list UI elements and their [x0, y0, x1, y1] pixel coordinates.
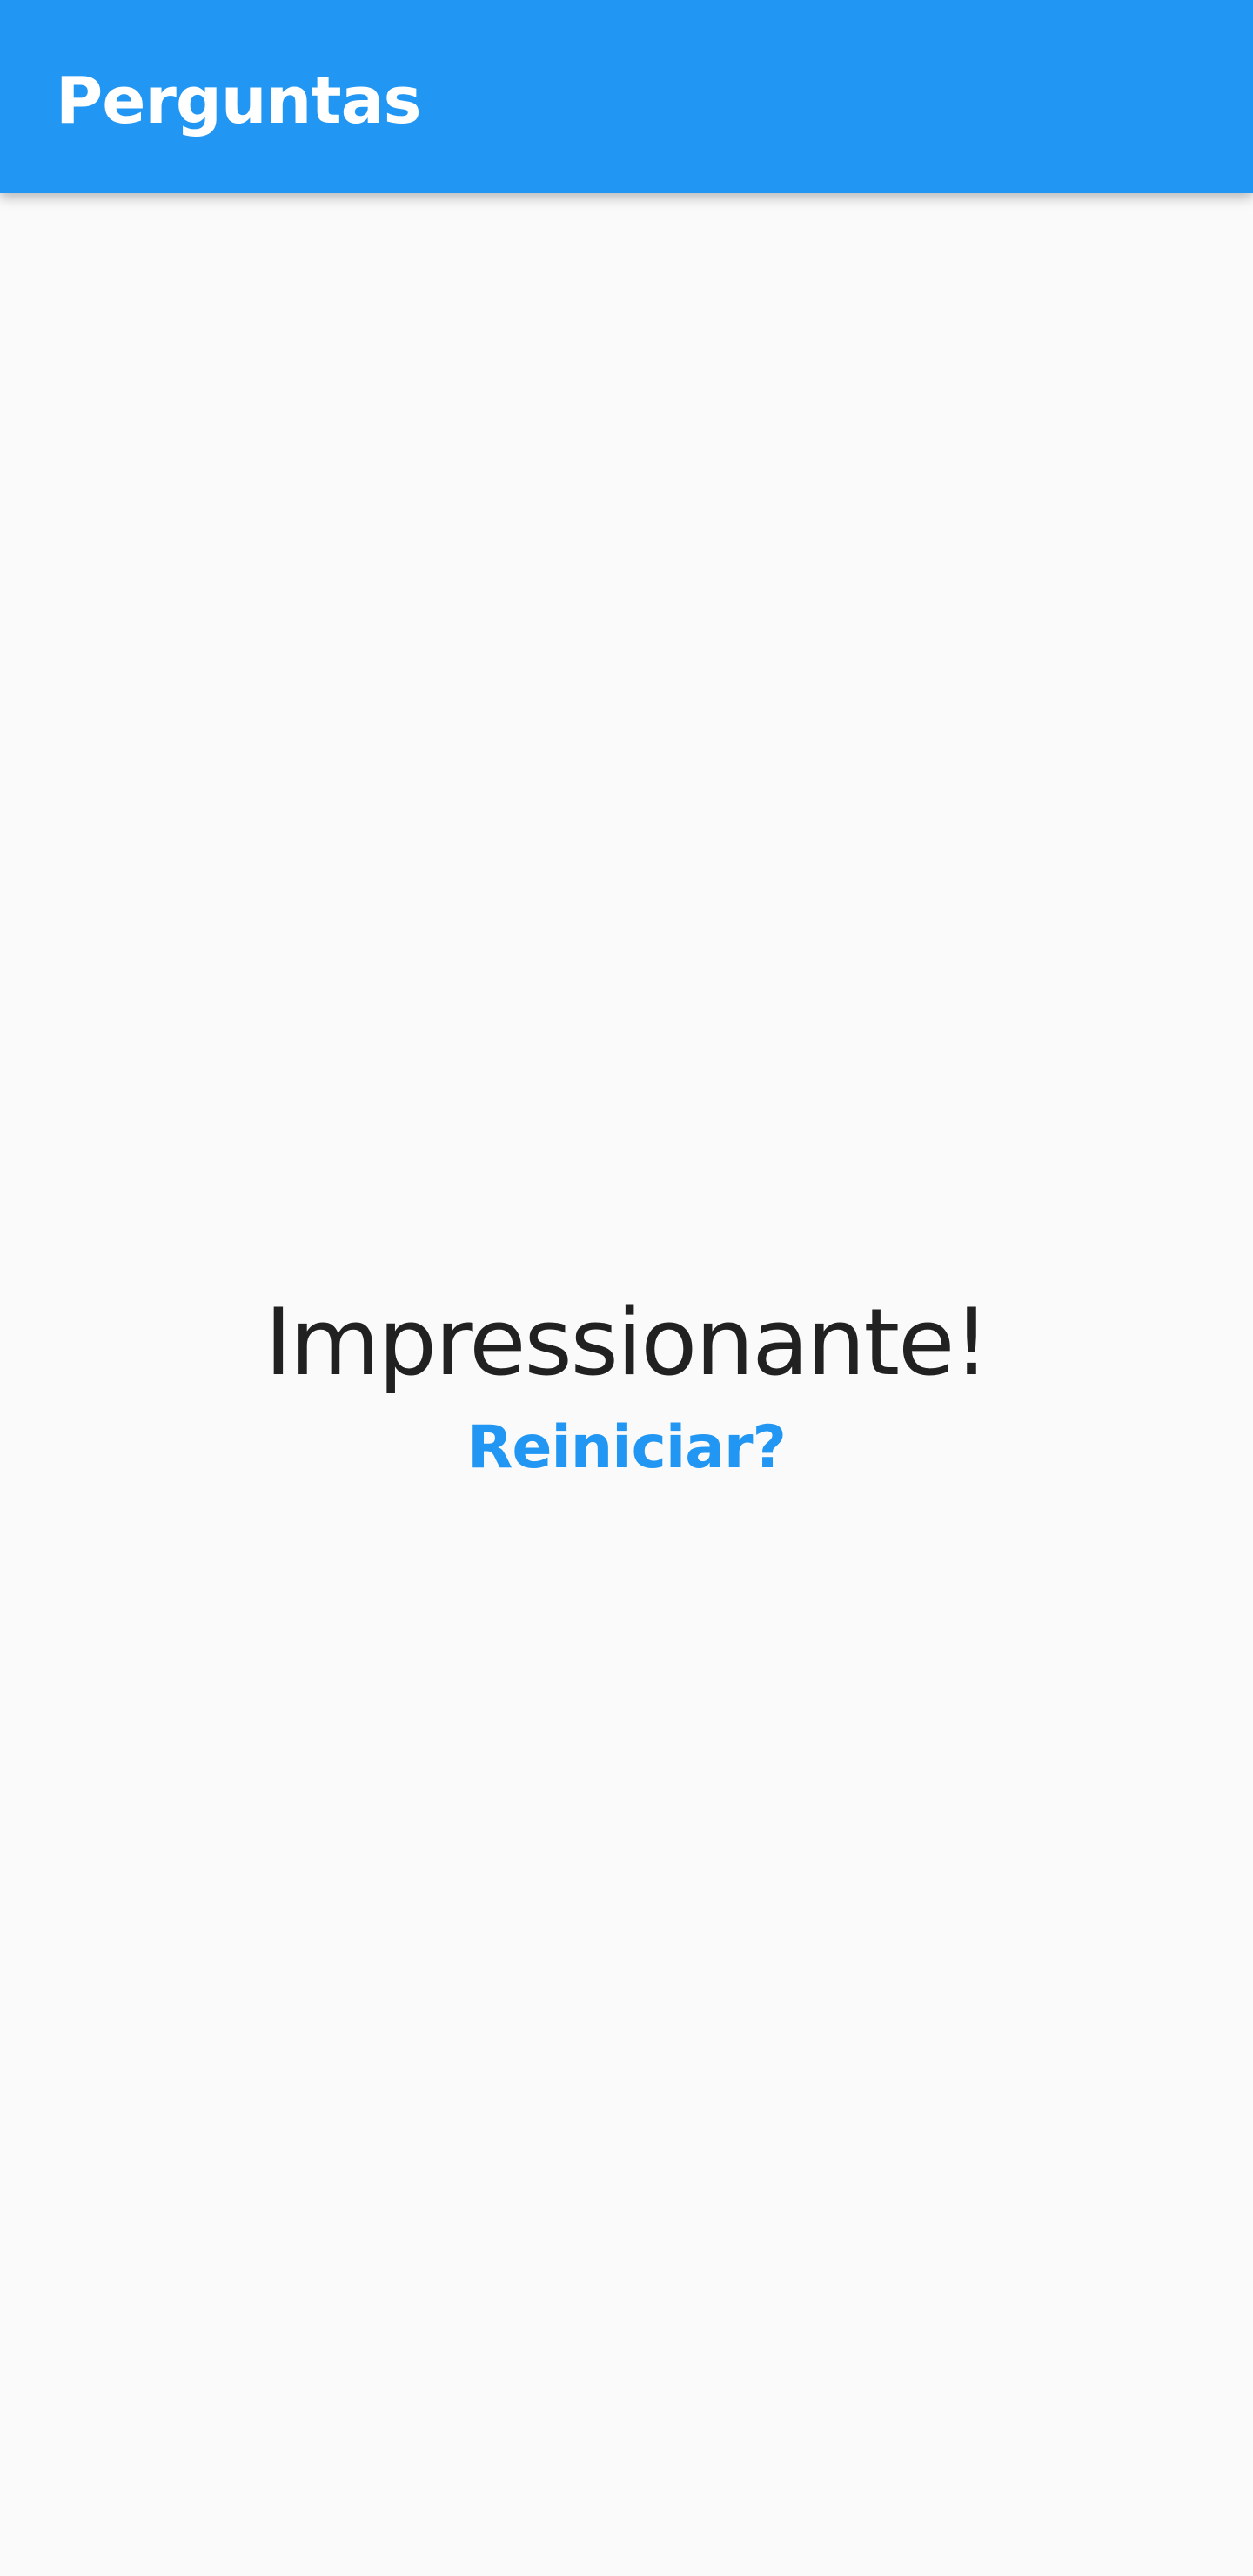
app-bar-title: Perguntas — [56, 64, 422, 138]
result-message: Impressionante! — [265, 1289, 990, 1396]
result-block: Impressionante! Reiniciar? — [0, 1281, 1253, 1492]
app-bar: Perguntas — [0, 0, 1253, 193]
restart-button[interactable]: Reiniciar? — [450, 1405, 803, 1492]
result-screen: Impressionante! Reiniciar? — [0, 193, 1253, 2576]
